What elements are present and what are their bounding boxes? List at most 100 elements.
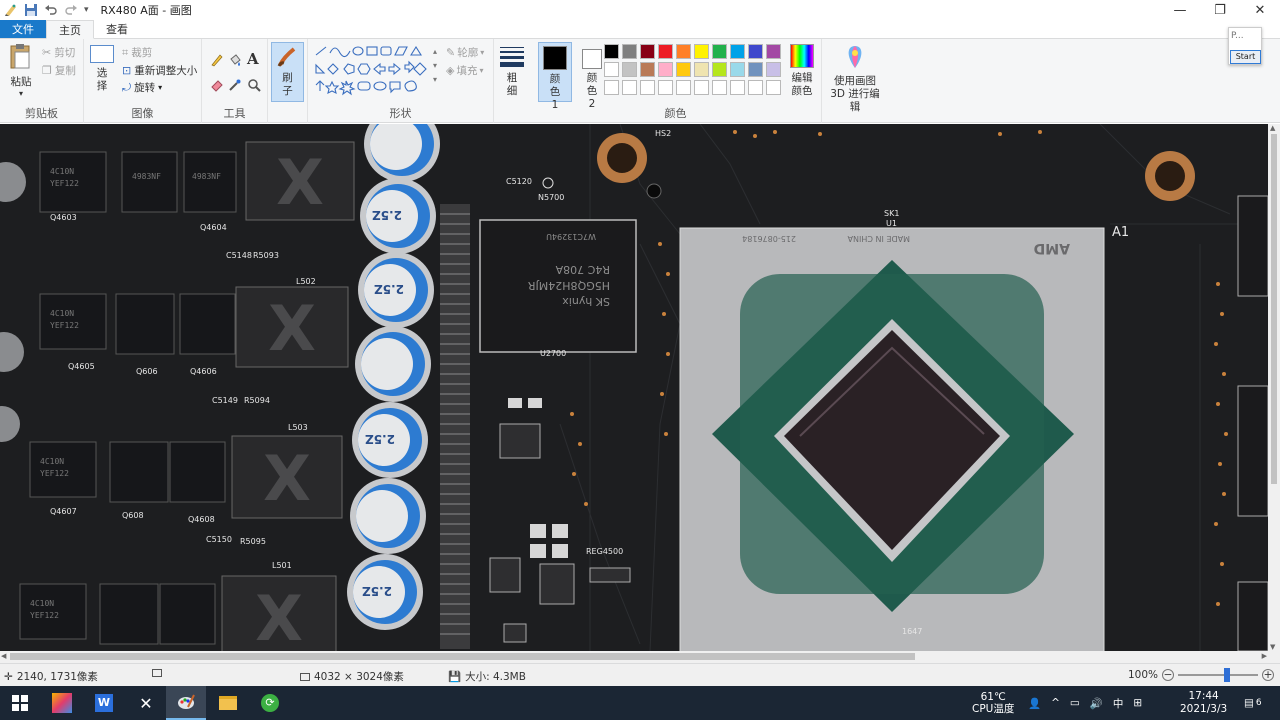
popup-start-button[interactable]: Start [1230,50,1261,64]
undo-icon[interactable] [44,3,58,17]
taskbar-app-green[interactable]: ⟳ [250,686,290,720]
palette-swatch[interactable] [640,80,655,95]
palette-swatch[interactable] [640,62,655,77]
taskbar-app-paint[interactable] [166,686,206,720]
tab-home[interactable]: 主页 [46,20,94,39]
brushes-button[interactable]: 刷子 [271,42,304,102]
cpu-temp[interactable]: 61℃ CPU温度 [972,686,1014,720]
palette-swatch[interactable] [766,62,781,77]
palette-swatch[interactable] [622,44,637,59]
scroll-left-icon[interactable]: ◀ [1,652,6,660]
crop-button[interactable]: ⌗ 裁剪 [122,45,152,60]
outline-button[interactable]: ✎ 轮廓 ▾ [446,45,484,60]
paste-button[interactable]: 粘贴 ▾ [6,43,36,99]
palette-swatch[interactable] [676,44,691,59]
scroll-right-icon[interactable]: ▶ [1262,652,1267,660]
palette-swatch[interactable] [622,80,637,95]
palette-swatch[interactable] [676,62,691,77]
horizontal-scroll-thumb[interactable] [10,653,915,660]
taskbar-app-photos[interactable] [42,686,82,720]
svg-text:YEF122: YEF122 [50,321,79,330]
palette-swatch[interactable] [604,62,619,77]
crop-label: 裁剪 [131,47,153,59]
palette-swatch[interactable] [694,80,709,95]
scroll-down-icon[interactable]: ▼ [1270,643,1275,651]
window-title: RX480 A面 - 画图 [100,4,192,17]
palette-swatch[interactable] [730,62,745,77]
magnifier-icon[interactable] [247,78,261,92]
size-button[interactable]: 粗细 [498,45,526,98]
palette-swatch[interactable] [694,62,709,77]
palette-swatch[interactable] [748,80,763,95]
tab-file[interactable]: 文件 [0,20,46,38]
canvas-area[interactable]: 4C10N YEF122 4983NF 4983NF 4C10N YEF122 4C1… [0,124,1268,651]
palette-swatch[interactable] [712,80,727,95]
palette-swatch[interactable] [622,62,637,77]
vertical-scrollbar[interactable]: ▲ ▼ [1268,124,1280,651]
copy-button[interactable]: ❐ 复制 [42,63,76,78]
input-method-label[interactable]: 中 [1113,696,1124,711]
redo-icon[interactable] [64,3,78,17]
palette-swatch[interactable] [712,62,727,77]
input-method-grid-icon[interactable]: ⊞ [1133,697,1142,709]
tab-view[interactable]: 查看 [94,20,140,38]
ribbon: 粘贴 ▾ ✂ 剪切 ❐ 复制 剪贴板 选择 ⌗ 裁剪 ⊡ 重新调整大小 ⤾ 旋转 [0,39,1280,123]
eraser-icon[interactable] [210,78,224,92]
window-controls: — ❐ ✕ [1160,0,1280,20]
vertical-scroll-thumb[interactable] [1271,134,1277,484]
notification-center[interactable]: ▤ 6 [1244,686,1262,720]
palette-swatch[interactable] [748,44,763,59]
palette-swatch[interactable] [730,44,745,59]
taskbar-app-wps[interactable]: W [84,686,124,720]
fill-bucket-icon[interactable] [228,53,242,67]
palette-swatch[interactable] [730,80,745,95]
shapes-group: ▴ ▾ ▾ ✎ 轮廓 ▾ ◈ 填充 ▾ 形状 [308,39,494,123]
palette-swatch[interactable] [658,62,673,77]
zoom-slider[interactable] [1178,668,1259,682]
palette-swatch[interactable] [712,44,727,59]
palette-swatch[interactable] [748,62,763,77]
save-icon[interactable] [24,3,38,17]
scroll-up-icon[interactable]: ▲ [1270,124,1275,132]
paste-label: 粘贴 [10,76,32,88]
pencil-icon[interactable] [210,53,224,67]
zoom-in-icon[interactable]: + [1262,669,1275,681]
zoom-slider-thumb[interactable] [1224,668,1231,682]
cut-button[interactable]: ✂ 剪切 [42,45,75,60]
rotate-button[interactable]: ⤾ 旋转 ▾ [122,80,162,95]
horizontal-scrollbar[interactable]: ◀ ▶ [0,651,1280,663]
user-icon[interactable]: 👤 [1028,697,1041,710]
resize-button[interactable]: ⊡ 重新调整大小 [122,63,197,78]
palette-swatch[interactable] [640,44,655,59]
taskbar-app-explorer[interactable] [208,686,248,720]
zoom-out-icon[interactable]: − [1162,669,1175,681]
palette-swatch[interactable] [676,80,691,95]
show-hidden-icons-icon[interactable]: ^ [1051,697,1060,709]
palette-swatch[interactable] [694,44,709,59]
palette-swatch[interactable] [766,80,781,95]
pcb-photo[interactable]: 4C10N YEF122 4983NF 4983NF 4C10N YEF122 4C1… [0,124,1268,651]
color1-button[interactable]: 颜色 1 [538,42,572,111]
palette-swatch[interactable] [658,80,673,95]
close-button[interactable]: ✕ [1240,0,1280,20]
palette-swatch[interactable] [658,44,673,59]
customize-toolbar-icon[interactable]: ▾ [84,5,89,15]
text-icon[interactable]: A [247,50,259,68]
shapes-gallery[interactable] [314,45,432,97]
maximize-button[interactable]: ❐ [1200,0,1240,20]
volume-icon[interactable]: 🔊 [1090,697,1103,710]
shapes-scroll[interactable]: ▴ ▾ ▾ [433,45,437,87]
clock[interactable]: 17:44 2021/3/3 [1180,686,1227,720]
fill-button[interactable]: ◈ 填充 ▾ [446,63,483,78]
network-icon[interactable]: ▭ [1070,697,1080,709]
start-button[interactable] [0,686,40,720]
taskbar-app-xmind[interactable]: ✕ [126,686,166,720]
edit-colors-button[interactable]: 编辑颜色 [786,44,818,98]
palette-swatch[interactable] [604,80,619,95]
minimize-button[interactable]: — [1160,0,1200,20]
palette-swatch[interactable] [766,44,781,59]
palette-swatch[interactable] [604,44,619,59]
select-button[interactable]: 选择 [88,45,116,93]
paint3d-button[interactable]: 使用画图 3D 进行编辑 [826,44,884,114]
color-picker-icon[interactable] [228,78,242,92]
